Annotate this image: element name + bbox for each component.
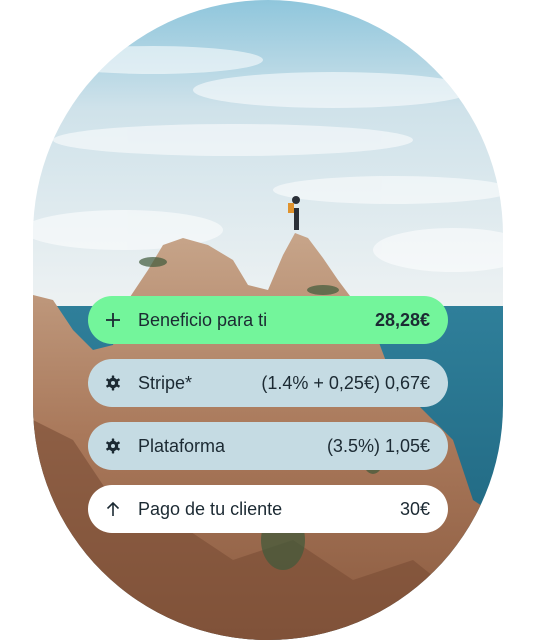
platform-fee-row: Plataforma (3.5%) 1,05€ [88,422,448,470]
gear-icon [104,374,122,392]
profit-amount: 28,28€ [374,309,430,330]
gear-icon [104,437,122,455]
platform-fee-amount: (3.5%) 1,05€ [326,435,430,456]
client-payment-label: Pago de tu cliente [138,498,283,519]
client-payment-row: Pago de tu cliente 30€ [88,485,448,533]
client-payment-amount: 30€ [399,498,430,519]
platform-fee-label: Plataforma [138,435,226,456]
profit-label: Beneficio para ti [138,309,268,330]
plus-icon [104,311,122,329]
stripe-fee-row: Stripe* (1.4% + 0,25€) 0,67€ [88,359,448,407]
stripe-fee-label: Stripe* [138,372,193,393]
profit-row: Beneficio para ti 28,28€ [88,296,448,344]
stripe-fee-amount: (1.4% + 0,25€) 0,67€ [261,372,430,393]
arrow-up-icon [104,500,122,518]
